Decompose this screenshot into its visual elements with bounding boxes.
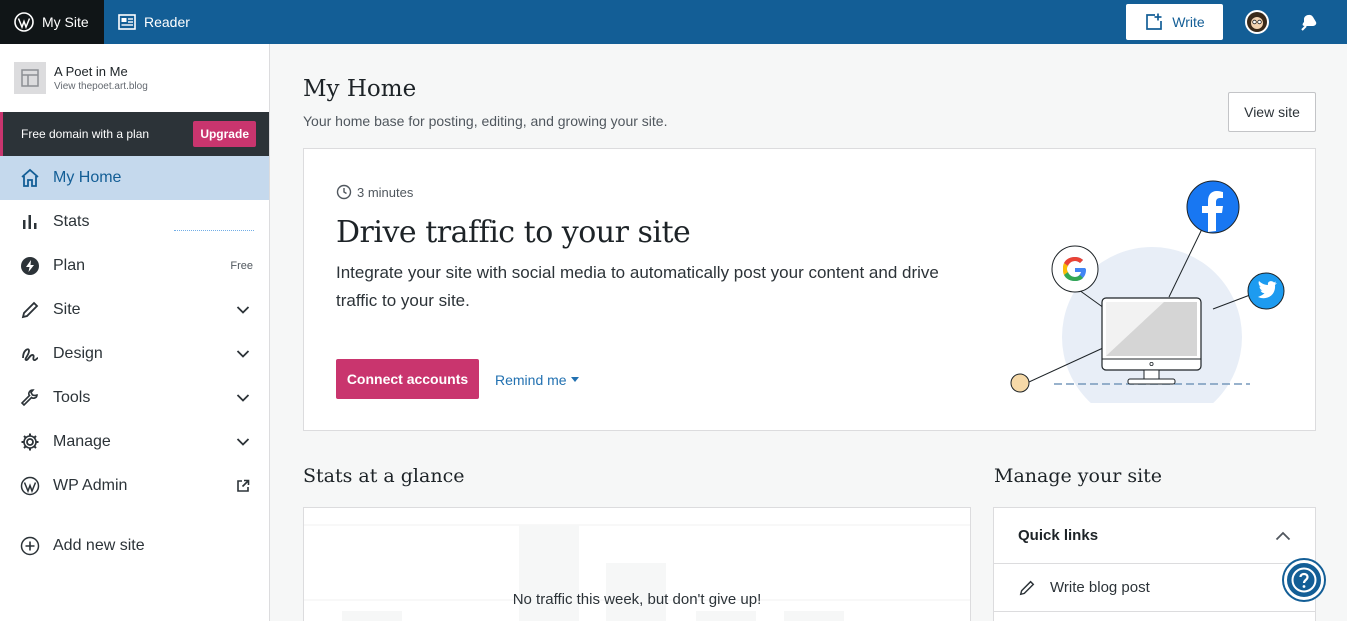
home-icon [20, 168, 40, 188]
wordpress-logo-icon [14, 12, 34, 32]
chevron-down-icon [233, 305, 253, 315]
manage-section-title: Manage your site [994, 465, 1163, 487]
sidebar-item-label: Add new site [53, 537, 145, 554]
upgrade-button[interactable]: Upgrade [193, 121, 256, 147]
sidebar-item-label: Plan [53, 257, 86, 274]
task-card: 3 minutes Drive traffic to your site Int… [303, 148, 1316, 431]
sidebar-item-label: Design [53, 345, 103, 362]
site-icon [14, 62, 46, 94]
write-button[interactable]: Write [1126, 4, 1223, 40]
quick-links-card: Quick links Write blog post [993, 507, 1316, 621]
gear-icon [20, 432, 40, 452]
caret-down-icon [570, 377, 579, 382]
dot-node [1010, 373, 1030, 393]
wordpress-icon [20, 476, 40, 496]
write-blog-post-link[interactable]: Write blog post [994, 564, 1315, 612]
chevron-up-icon [1275, 531, 1291, 540]
promo-text: Free domain with a plan [21, 127, 150, 141]
site-card[interactable]: A Poet in Me View thepoet.art.blog [0, 44, 269, 112]
bell-icon [1301, 14, 1317, 31]
social-illustration [1010, 180, 1285, 403]
sidebar-item-label: Manage [53, 433, 111, 450]
remind-me-button[interactable]: Remind me [495, 372, 579, 388]
clock-icon [336, 184, 352, 200]
time-estimate: 3 minutes [336, 184, 413, 200]
connect-accounts-button[interactable]: Connect accounts [336, 359, 479, 399]
sidebar-item-tools[interactable]: Tools [0, 376, 269, 420]
design-icon [20, 344, 40, 364]
stats-section-title: Stats at a glance [303, 465, 465, 487]
my-site-button[interactable]: My Site [0, 0, 104, 44]
my-site-label: My Site [42, 14, 89, 30]
sidebar: A Poet in Me View thepoet.art.blog Free … [0, 44, 270, 621]
layout-icon [21, 69, 39, 87]
sidebar-item-design[interactable]: Design [0, 332, 269, 376]
quick-links-header[interactable]: Quick links [994, 508, 1315, 564]
masterbar: My Site Reader Write [0, 0, 1347, 44]
sidebar-item-label: Stats [53, 213, 90, 230]
sidebar-item-stats[interactable]: Stats [0, 200, 269, 244]
stats-empty-message: No traffic this week, but don't give up! [512, 591, 762, 608]
facebook-icon [1186, 180, 1240, 234]
site-url-link[interactable]: View thepoet.art.blog [54, 81, 148, 93]
quick-links-title: Quick links [1018, 527, 1099, 544]
chevron-down-icon [233, 437, 253, 447]
sidebar-item-manage[interactable]: Manage [0, 420, 269, 464]
sidebar-item-label: WP Admin [53, 477, 128, 494]
remind-label: Remind me [495, 372, 567, 388]
chevron-down-icon [233, 393, 253, 403]
plus-circle-icon [20, 536, 40, 556]
sidebar-item-label: Site [53, 301, 81, 318]
reader-label: Reader [144, 14, 190, 30]
reader-icon [118, 14, 136, 30]
domain-promo[interactable]: Free domain with a plan Upgrade [0, 112, 269, 156]
sidebar-item-plan[interactable]: Plan Free [0, 244, 269, 288]
view-site-button[interactable]: View site [1228, 92, 1316, 132]
stats-card: No traffic this week, but don't give up! [303, 507, 971, 621]
notifications-button[interactable] [1299, 12, 1319, 32]
stats-sparkline [174, 230, 254, 231]
sidebar-item-add-new-site[interactable]: Add new site [0, 524, 269, 568]
sidebar-item-my-home[interactable]: My Home [0, 156, 269, 200]
twitter-icon [1247, 272, 1285, 310]
avatar[interactable] [1245, 10, 1269, 34]
sidebar-item-label: Tools [53, 389, 91, 406]
site-name: A Poet in Me [54, 64, 128, 79]
wrench-icon [20, 388, 40, 408]
chevron-down-icon [233, 349, 253, 359]
avatar-icon [1247, 12, 1267, 32]
pencil-icon [20, 300, 40, 320]
sidebar-item-site[interactable]: Site [0, 288, 269, 332]
external-link-icon [233, 479, 253, 493]
time-label: 3 minutes [357, 184, 414, 200]
card-title: Drive traffic to your site [336, 215, 691, 250]
google-icon [1051, 245, 1099, 293]
reader-button[interactable]: Reader [104, 0, 204, 44]
pencil-icon [1019, 580, 1035, 595]
write-label: Write [1172, 14, 1205, 30]
page-subtitle: Your home base for posting, editing, and… [303, 113, 668, 129]
page-title: My Home [303, 76, 417, 102]
sidebar-item-label: My Home [53, 169, 122, 186]
write-blog-post-label: Write blog post [1050, 579, 1150, 596]
write-icon [1146, 13, 1163, 30]
plan-icon [20, 256, 40, 276]
card-description: Integrate your site with social media to… [336, 263, 939, 310]
question-icon [1291, 567, 1317, 593]
help-button[interactable] [1284, 560, 1324, 600]
sidebar-item-wp-admin[interactable]: WP Admin [0, 464, 269, 508]
stats-icon [20, 212, 40, 232]
plan-badge: Free [230, 260, 253, 272]
